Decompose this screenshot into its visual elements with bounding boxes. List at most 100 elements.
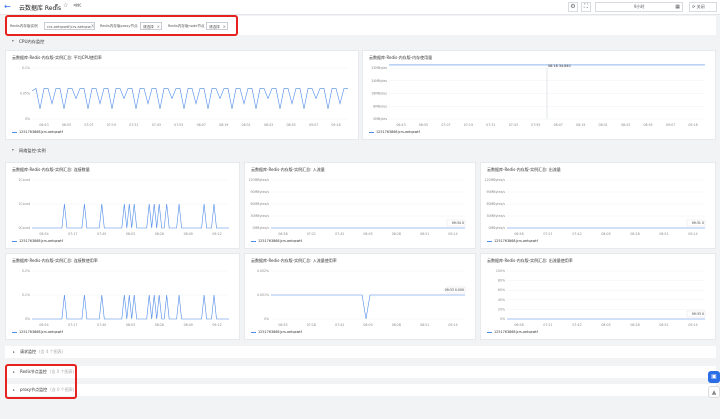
chart-svg: 0Count 1Count 2Count 06:54 07:17 07:40 08:03 08… — [19, 178, 229, 236]
expand-icon: ▸ — [13, 350, 15, 354]
x-tick-label: 07:07 — [84, 123, 93, 127]
chart-legend[interactable]: 1251763868|crs-aetqxwtf — [369, 130, 420, 134]
y-tick-label: 0.002% — [257, 269, 269, 273]
y-tick-label: 120MBytes/s — [248, 178, 269, 182]
section-redis-node[interactable]: ▸ Redis节点监控 (含 0 个图表) — [5, 366, 716, 378]
share-icon[interactable]: ⋘ — [73, 2, 82, 9]
x-tick-label: 08:03 — [126, 323, 135, 327]
legend-label: 1251763868|crs-aetqxwtf — [494, 239, 538, 243]
back-to-top-icon[interactable]: ▲ — [708, 386, 720, 398]
x-tick-label: 07:18 — [307, 323, 316, 327]
chart-legend[interactable]: 1251763868|crs-aetqxwtf — [487, 330, 538, 334]
chart-legend[interactable]: 1251763868|crs-aetqxwtf — [487, 239, 538, 243]
section-network[interactable]: ▾ 网络监控-实例 — [0, 146, 720, 155]
x-tick-label: 08:05 — [363, 323, 372, 327]
x-tick-label: 06:55 — [278, 323, 287, 327]
fullscreen-icon[interactable]: ⛶ — [581, 2, 591, 12]
y-tick-label: 0MBytes — [373, 117, 387, 121]
y-tick-label: 60% — [498, 288, 505, 292]
time-range-picker[interactable]: 9小时 ▦ — [595, 2, 683, 12]
chart-panel-inflow-usage: 云数据库-Redis-内存版-实例汇总: 入流量使用率 0% 0.001% 0.002… — [244, 253, 476, 340]
section-title-text: 请求监控 — [20, 349, 36, 354]
x-tick-label: 07:55 — [531, 123, 540, 127]
x-tick-label: 09:07 — [309, 123, 318, 127]
legend-swatch — [251, 331, 256, 333]
x-tick-label: 07:31 — [129, 123, 138, 127]
x-tick-label: 08:31 — [599, 123, 608, 127]
y-tick-label: 0Count — [19, 226, 31, 230]
auto-refresh-select[interactable]: ⟳ 关闭 — [689, 2, 717, 12]
y-tick-label: 100% — [496, 269, 505, 273]
section-cpu[interactable]: ▾ CPU内存监控 — [0, 37, 720, 46]
legend-label: 1251763868|crs-aetqxwtf — [494, 330, 538, 334]
x-tick-label: 09:12 — [212, 323, 221, 327]
x-tick-label: 09:07 — [666, 123, 675, 127]
legend-label: 1251763868|crs-aetqxwtf — [258, 239, 302, 243]
x-tick-label: 08:07 — [197, 123, 206, 127]
legend-swatch — [487, 331, 492, 333]
x-tick-label: 07:21 — [307, 232, 316, 236]
y-tick-label: 40% — [498, 298, 505, 302]
back-icon[interactable]: ← — [4, 2, 11, 11]
chart-svg: 0MBytes 8MBytes 16MBytes 24MBytes 32MBytes 06… — [371, 64, 705, 127]
y-tick-label: 0% — [25, 317, 30, 321]
end-value-label: 09:33 0.000 — [445, 288, 464, 292]
title-dropdown-icon[interactable]: ▾ — [55, 2, 58, 9]
x-tick-label: 07:19 — [107, 123, 116, 127]
section-title: 网络监控-实例 — [19, 148, 46, 153]
x-tick-label: 08:19 — [576, 123, 585, 127]
end-value-label: 09:33 0 — [692, 312, 704, 316]
chart-svg: 0% 0.001% 0.002% 06:55 07:18 07:42 08:05 08:28 0… — [257, 269, 466, 327]
x-tick-label: 07:21 — [543, 232, 552, 236]
y-tick-label: 30MBytes/s — [251, 214, 270, 218]
y-tick-label: 0.05% — [20, 92, 30, 96]
y-tick-label: 24MBytes — [371, 79, 387, 83]
x-tick-label: 08:31 — [242, 123, 251, 127]
x-tick-label: 07:55 — [174, 123, 183, 127]
star-icon[interactable]: ☆ — [63, 2, 68, 9]
y-tick-label: 120MBytes/s — [484, 178, 505, 182]
chart-legend[interactable]: 1251763868|crs-aetqxwtf — [12, 130, 63, 134]
section-request[interactable]: ▸ 请求监控 (含 4 个图表) — [5, 346, 716, 358]
x-tick-label: 06:43 — [39, 123, 48, 127]
x-tick-label: 08:51 — [659, 323, 668, 327]
section-proxy-node[interactable]: ▸ proxy节点监控 (含 0 个图表) — [5, 384, 716, 396]
chart-legend[interactable]: 1251763868|crs-aetqxwtf — [12, 330, 63, 334]
section-title: 请求监控 (含 4 个图表) — [20, 346, 63, 358]
x-tick-label: 08:05 — [363, 232, 372, 236]
x-tick-label: 07:19 — [464, 123, 473, 127]
series-line — [271, 294, 465, 320]
x-tick-label: 06:55 — [62, 123, 71, 127]
y-tick-label: 0.001% — [257, 293, 269, 297]
top-toolbar: ← 云数据库 Redis ▾ ☆ ⋘ ⚙ ⛶ 9小时 ▦ ⟳ 关闭 — [0, 0, 720, 15]
chart-legend[interactable]: 1251763868|crs-aetqxwtf — [12, 239, 63, 243]
collapse-icon: ▾ — [12, 39, 14, 43]
x-tick-label: 08:28 — [392, 323, 401, 327]
x-tick-label: 07:40 — [97, 232, 106, 236]
chart-svg: 0% 20% 40% 60% 80% 100% 06:58 07:21 07:42 08:05 08… — [496, 269, 706, 327]
chart-legend[interactable]: 1251763868|crs-aetqxwtf — [251, 330, 302, 334]
y-tick-label: 90MBytes/s — [251, 190, 270, 194]
chart-svg: 0MBytes/s 30MBytes/s 60MBytes/s 90MBytes/s 1… — [484, 178, 706, 236]
settings-icon[interactable]: ⚙ — [568, 2, 578, 12]
x-tick-label: 07:42 — [572, 323, 581, 327]
legend-label: 1251763868|crs-aetqxwtf — [376, 130, 420, 134]
chat-icon[interactable]: ▣ — [708, 371, 720, 383]
y-tick-label: 0.2% — [22, 269, 30, 273]
x-tick-label: 07:43 — [152, 123, 161, 127]
x-tick-label: 08:05 — [601, 232, 610, 236]
series-line — [32, 203, 229, 229]
x-tick-label: 09:18 — [331, 123, 340, 127]
x-tick-label: 08:07 — [554, 123, 563, 127]
chart-legend[interactable]: 1251763868|crs-aetqxwtf — [251, 239, 302, 243]
series-line — [31, 87, 348, 109]
chart-svg: 0% 0.05% 0.1% 06:43 06:55 07:07 07:19 07:31 07:4… — [20, 66, 348, 127]
x-tick-label: 09:18 — [688, 123, 697, 127]
x-tick-label: 08:28 — [630, 232, 639, 236]
y-tick-label: 60MBytes/s — [251, 202, 270, 206]
tooltip-label: 08:18 34.840 — [548, 64, 571, 68]
x-tick-label: 09:14 — [688, 323, 697, 327]
x-tick-label: 07:42 — [335, 232, 344, 236]
x-tick-label: 07:43 — [509, 123, 518, 127]
x-tick-label: 06:58 — [514, 232, 523, 236]
